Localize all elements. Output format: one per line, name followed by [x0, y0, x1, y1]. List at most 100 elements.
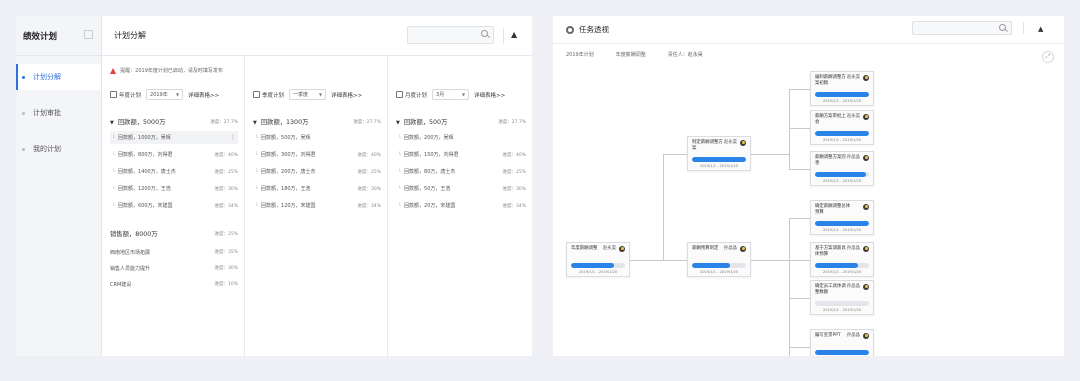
- list-item[interactable]: └ 回款额，1200万，王浩 进度：30%: [110, 182, 238, 195]
- task-card[interactable]: 薪酬方案审批上会赵永昊 100% 2019/1/1 - 2019/1/20: [810, 110, 874, 145]
- task-owner: 赵永昊: [847, 75, 869, 81]
- group-progress: 进度：25%: [214, 231, 238, 237]
- task-card[interactable]: 确定薪酬调整总体预算 100% 2019/1/1 - 2019/1/20: [810, 200, 874, 235]
- warning-icon: ▲: [110, 66, 117, 75]
- caret-down-icon: ▼: [253, 120, 257, 126]
- branch-icon: └: [112, 134, 116, 141]
- task-card[interactable]: 薪酬调整方案完善 孙晶晶 2019/1/1 - 2019/1/20: [810, 151, 874, 186]
- list-item[interactable]: └ 回款额，120万，宋建国 进度：34%: [253, 199, 381, 212]
- task-date-range: 2019/1/1 - 2019/1/20: [822, 138, 862, 142]
- list-item[interactable]: └ 回款额，20万，宋建国 进度：34%: [396, 199, 526, 212]
- task-owner: [860, 204, 869, 210]
- connector-line: [789, 346, 810, 348]
- list-item[interactable]: └ 回款额，200万，唐士杰 进度：25%: [253, 165, 381, 178]
- task-card[interactable]: 确定员工具体调整数额孙晶晶 0% 2019/1/1 - 2019/1/20: [810, 280, 874, 315]
- owner-name: 赵永昊: [846, 114, 860, 120]
- task-owner: 孙晶晶: [724, 246, 746, 252]
- branch-icon: └: [398, 202, 402, 209]
- list-item[interactable]: └ 回款额，1400万，唐士杰 进度：25%: [110, 165, 238, 178]
- group-title: 回款额，1300万: [260, 119, 309, 126]
- group-header[interactable]: ▼ 回款额，500万 进度：27.7%: [396, 117, 526, 126]
- connector-line: [789, 217, 790, 356]
- quarter-select[interactable]: 一季度 ▼: [289, 89, 327, 100]
- branch-icon: └: [112, 151, 116, 158]
- connector-line: [789, 297, 810, 299]
- branch-icon: └: [255, 168, 259, 175]
- list-item[interactable]: └ 回款额，180万，王浩 进度：30%: [253, 182, 381, 195]
- list-item[interactable]: └ 回款额，80万，唐士杰 进度：25%: [396, 165, 526, 178]
- group-progress: 进度：27.7%: [210, 119, 238, 125]
- item-name: 回款额，1200万，王浩: [118, 186, 171, 192]
- connector-line: [789, 88, 790, 170]
- year-select[interactable]: 2019年 ▼: [146, 89, 184, 100]
- quarterly-plan-column: 季度计划 一季度 ▼ 详细表格>> ▼ 回款额，1300万 进度：27.7% └ 回款…: [245, 57, 388, 356]
- chevron-down-icon: ▼: [175, 92, 180, 97]
- task-owner: 孙晶晶: [847, 284, 869, 290]
- list-item[interactable]: └ 回款额，200万，吴辉: [396, 131, 526, 144]
- app-title: 绩效计划: [23, 31, 58, 42]
- list-item[interactable]: └ 回款额，600万，宋建国 进度：34%: [110, 199, 238, 212]
- item-progress: 进度：25%: [214, 169, 238, 175]
- item-name: 回款额，80万，唐士杰: [404, 169, 456, 175]
- task-owner: 孙晶晶: [847, 155, 869, 161]
- notice-banner: ▲ 提醒：2019年度计划已启动，请及时填写发布: [110, 66, 223, 75]
- item-name: 销售人员能力提升: [110, 266, 151, 272]
- progress-bar: 0%: [815, 301, 869, 306]
- control-label: 季度计划: [262, 92, 285, 99]
- sidebar-item-my-plan[interactable]: 我的计划: [16, 136, 101, 162]
- task-perspective-window: 任务透视 ▲ 2019年计划 年度薪酬调整 责任人：赵永昊 ⤢ 年度薪酬调整 赵永…: [553, 16, 1064, 356]
- select-value: 一季度: [293, 92, 309, 98]
- item-progress: 进度：30%: [502, 186, 526, 192]
- item-name: 回款额，800万，刘得君: [118, 152, 173, 158]
- list-item[interactable]: └ 回款额，500万，吴辉: [253, 131, 381, 144]
- detail-table-link[interactable]: 详细表格>>: [474, 91, 505, 99]
- more-icon[interactable]: ⋮: [230, 134, 236, 141]
- bell-icon[interactable]: ▲: [511, 30, 517, 39]
- list-item[interactable]: CRM建设 进度：10%: [110, 281, 238, 288]
- group-progress: 进度：27.7%: [498, 119, 526, 125]
- list-item[interactable]: └ 回款额，50万，王浩 进度：30%: [396, 182, 526, 195]
- list-item[interactable]: └ 回款额，150万，刘得君 进度：40%: [396, 148, 526, 161]
- detail-table-link[interactable]: 详细表格>>: [188, 91, 219, 99]
- sidebar-item-plan-approval[interactable]: 计划审批: [16, 100, 101, 126]
- list-item[interactable]: 西南地区市场拓展 进度：35%: [110, 249, 238, 256]
- task-card[interactable]: 编写宣贯PPT孙晶晶100%2019/1/1 - 2019/1/20: [810, 329, 874, 356]
- task-owner: 孙晶晶: [847, 246, 869, 252]
- select-value: 3月: [436, 92, 445, 98]
- owner-name: 赵永昊: [723, 140, 737, 146]
- group-header[interactable]: ▼ 回款额，5000万 进度：27.7%: [110, 117, 238, 126]
- branch-icon: └: [398, 168, 402, 175]
- avatar-icon: [863, 204, 869, 210]
- group-header[interactable]: 销售额，8000万 进度：25%: [110, 229, 238, 238]
- branch-icon: └: [255, 202, 259, 209]
- avatar-icon: [863, 246, 869, 252]
- month-select[interactable]: 3月 ▼: [432, 89, 470, 100]
- task-card[interactable]: 薪酬预算制定孙晶晶 70% 2019/1/1 - 2019/1/20: [687, 242, 751, 277]
- sidebar-item-plan-breakdown[interactable]: 计划分解: [16, 64, 101, 90]
- avatar-icon: [619, 246, 625, 252]
- task-card[interactable]: 编制薪酬调整方案初稿赵永昊 100% 2019/1/1 - 2019/1/20: [810, 71, 874, 106]
- task-card[interactable]: 基于方案调薪具体预算孙晶晶 80% 2019/1/1 - 2019/1/20: [810, 242, 874, 277]
- list-item[interactable]: └ 回款额，800万，刘得君 进度：40%: [110, 148, 238, 161]
- progress-fill: [815, 172, 867, 177]
- progress-bar: 100%: [815, 131, 869, 136]
- connector-line: [789, 127, 810, 129]
- list-item[interactable]: 销售人员能力提升 进度：30%: [110, 265, 238, 272]
- progress-bar: 100%: [692, 157, 746, 162]
- connector-line: [751, 153, 789, 155]
- sidebar-item-label: 我的计划: [33, 145, 61, 153]
- annual-plan-column: ▲ 提醒：2019年度计划已启动，请及时填写发布 年度计划 2019年 ▼ 详细表…: [102, 57, 245, 356]
- search-input[interactable]: [407, 26, 494, 44]
- detail-table-link[interactable]: 详细表格>>: [331, 91, 362, 99]
- avatar-icon: [863, 284, 869, 290]
- group-header[interactable]: ▼ 回款额，1300万 进度：27.7%: [253, 117, 381, 126]
- list-item[interactable]: └ 回款额，1000万，吴辉 ⋮: [110, 131, 238, 144]
- task-card[interactable]: 制定薪酬调整方案赵永昊 100% 2019/1/1 - 2019/1/20: [687, 136, 751, 171]
- task-card[interactable]: 年度薪酬调整赵永昊 80% 2019/1/1 - 2019/1/20: [566, 242, 630, 277]
- item-progress: 进度：30%: [357, 186, 381, 192]
- branch-icon: └: [112, 168, 116, 175]
- branch-icon: └: [112, 202, 116, 209]
- list-item[interactable]: └ 回款额，300万，刘得君 进度：40%: [253, 148, 381, 161]
- collapse-icon[interactable]: [84, 30, 93, 39]
- divider: [503, 28, 504, 44]
